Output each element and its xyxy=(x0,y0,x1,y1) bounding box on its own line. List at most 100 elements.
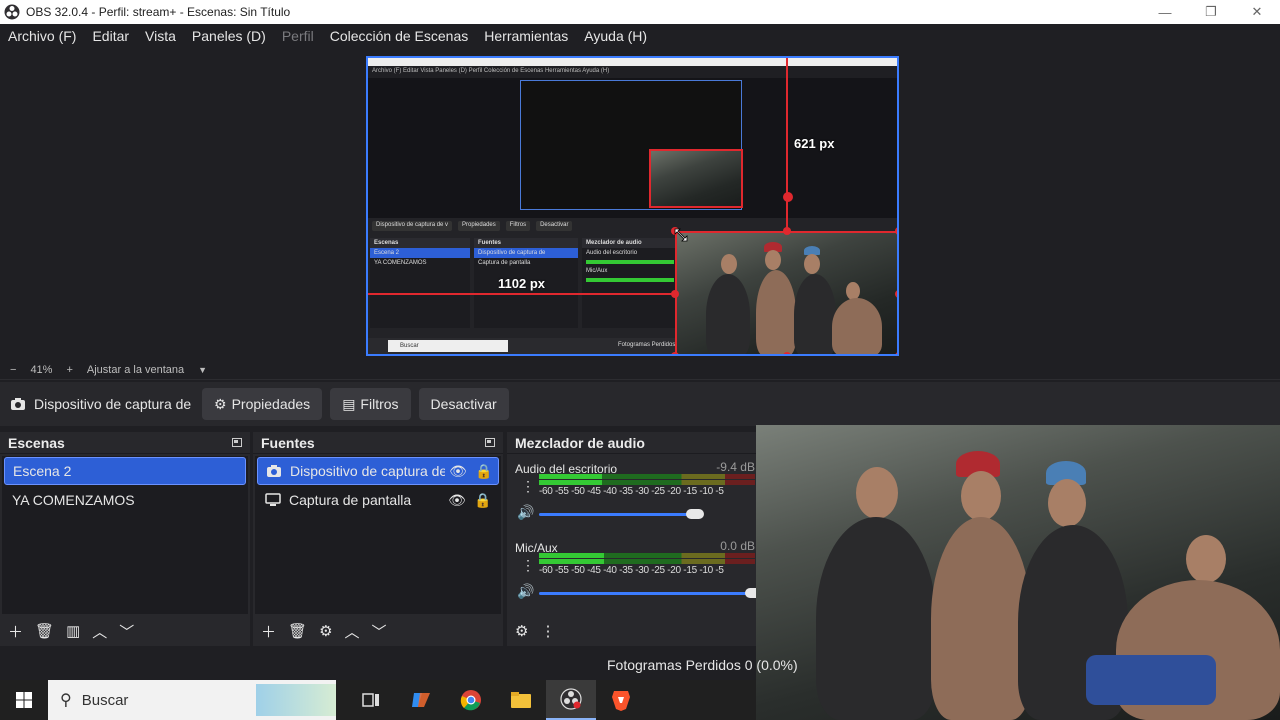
nested-source-name: Dispositivo de captura de v xyxy=(372,221,453,231)
meter-ticks: -60 -55 -50 -45 -40 -35 -30 -25 -20 -15 … xyxy=(539,486,724,497)
scene-item[interactable]: Escena 2 xyxy=(4,457,246,485)
lock-icon[interactable]: 🔒 xyxy=(470,492,496,509)
volume-slider[interactable] xyxy=(539,592,755,595)
move-down-icon[interactable]: ﹀ xyxy=(119,621,134,642)
volume-slider[interactable] xyxy=(539,513,695,516)
source-item[interactable]: Dispositivo de captura de v 👁 🔒 xyxy=(257,457,499,485)
resize-handle[interactable] xyxy=(783,352,791,354)
monitor-icon xyxy=(265,493,281,506)
menu-tools[interactable]: Herramientas xyxy=(484,28,568,44)
distance-guide-vertical xyxy=(786,58,788,231)
properties-label: Propiedades xyxy=(231,396,311,412)
scene-item[interactable]: YA COMENZAMOS xyxy=(4,486,246,514)
window-title: OBS 32.0.4 - Perfil: stream+ - Escenas: … xyxy=(26,5,291,19)
nested-deactivate-button: Desactivar xyxy=(536,221,573,231)
person-head xyxy=(1186,535,1226,583)
resize-handle[interactable] xyxy=(895,227,897,235)
start-button[interactable] xyxy=(0,680,48,720)
task-view-icon[interactable] xyxy=(346,680,396,720)
speaker-icon[interactable]: 🔊 xyxy=(517,504,534,521)
channel-menu-icon[interactable]: ⋮ xyxy=(521,557,535,574)
minimize-button[interactable]: — xyxy=(1142,0,1188,24)
undock-icon[interactable] xyxy=(232,438,242,447)
resize-handle[interactable] xyxy=(671,352,679,354)
source-toolbar: Dispositivo de captura de v ⚙ Propiedade… xyxy=(0,382,1280,426)
nested-meter xyxy=(586,260,674,264)
scene-filters-icon[interactable]: ▥ xyxy=(66,622,80,640)
volume-row: 🔊 xyxy=(515,504,755,522)
menu-docks[interactable]: Paneles (D) xyxy=(192,28,266,44)
file-explorer-icon[interactable] xyxy=(496,680,546,720)
zoom-out-button[interactable]: − xyxy=(10,364,16,376)
mixer-dock: Mezclador de audio Audio del escritorio … xyxy=(507,432,763,646)
fit-to-window-label[interactable]: Ajustar a la ventana xyxy=(87,364,184,376)
sources-title: Fuentes xyxy=(261,434,315,451)
gear-icon[interactable]: ⚙ xyxy=(319,622,332,640)
volume-row: 🔊 xyxy=(515,583,763,601)
menu-scene-collection[interactable]: Colección de Escenas xyxy=(330,28,469,44)
trash-icon[interactable]: 🗑 xyxy=(288,622,307,640)
zoom-dropdown-caret-icon[interactable]: ▼ xyxy=(198,365,207,375)
mixer-title: Mezclador de audio xyxy=(515,434,645,451)
close-button[interactable]: ✕ xyxy=(1234,0,1280,24)
volume-slider-knob[interactable] xyxy=(686,509,704,519)
move-up-icon[interactable]: ︿ xyxy=(345,621,360,642)
copilot-icon[interactable] xyxy=(396,680,446,720)
brave-icon[interactable] xyxy=(596,680,646,720)
properties-button[interactable]: ⚙ Propiedades xyxy=(202,388,323,420)
menu-profile[interactable]: Perfil xyxy=(282,28,314,44)
gear-icon: ⚙ xyxy=(214,395,227,412)
deactivate-button[interactable]: Desactivar xyxy=(418,388,509,420)
restore-button[interactable]: ❐ xyxy=(1188,0,1234,24)
nested-scene-item: Escena 2 xyxy=(370,248,470,258)
trash-icon[interactable]: 🗑 xyxy=(35,622,54,640)
speaker-icon[interactable]: 🔊 xyxy=(517,583,534,600)
menu-view[interactable]: Vista xyxy=(145,28,176,44)
windows-logo-icon xyxy=(16,692,32,708)
nested-mixer-panel: Mezclador de audio Audio del escritorio … xyxy=(582,238,678,328)
person-head xyxy=(1048,479,1086,527)
selection-box[interactable] xyxy=(675,231,897,354)
nested-source-item: Dispositivo de captura de xyxy=(474,248,578,258)
scenes-dock: Escenas Escena 2 YA COMENZAMOS ＋ 🗑 ▥ ︿ ﹀ xyxy=(0,432,250,646)
add-icon[interactable]: ＋ xyxy=(8,621,23,642)
lock-icon[interactable]: 🔒 xyxy=(471,463,497,480)
channel-menu-icon[interactable]: ⋮ xyxy=(521,478,535,495)
mixer-menu-icon[interactable]: ⋮ xyxy=(540,622,555,640)
source-item[interactable]: Captura de pantalla 👁 🔒 xyxy=(257,486,499,514)
menu-edit[interactable]: Editar xyxy=(92,28,129,44)
resize-handle[interactable] xyxy=(895,290,897,298)
eye-icon[interactable]: 👁 xyxy=(445,463,471,480)
selected-source-name: Dispositivo de captura de v xyxy=(34,396,194,412)
taskbar: ⚲ Buscar xyxy=(0,680,756,720)
person-body xyxy=(816,517,936,720)
advanced-audio-icon[interactable]: ⚙ xyxy=(515,622,528,640)
nested-selection-box xyxy=(649,149,743,208)
mixer-channel: Mic/Aux 0.0 dB ⋮ -60 -55 -50 -45 -40 -35… xyxy=(515,539,763,599)
nested-mixer-head: Mezclador de audio xyxy=(582,238,678,248)
volume-meter: -60 -55 -50 -45 -40 -35 -30 -25 -20 -15 … xyxy=(539,474,755,497)
move-down-icon[interactable]: ﹀ xyxy=(372,621,387,642)
preview-area[interactable]: Archivo (F) Editar Vista Paneles (D) Per… xyxy=(0,48,1280,360)
menu-help[interactable]: Ayuda (H) xyxy=(584,28,647,44)
width-distance-label: 1102 px xyxy=(498,276,545,291)
nested-preview xyxy=(520,80,743,210)
zoom-in-button[interactable]: + xyxy=(66,364,72,376)
filters-button[interactable]: ▤ Filtros xyxy=(330,388,411,420)
move-up-icon[interactable]: ︿ xyxy=(92,621,107,642)
taskbar-search[interactable]: ⚲ Buscar xyxy=(48,680,336,720)
resize-handle[interactable] xyxy=(895,352,897,354)
eye-icon[interactable]: 👁 xyxy=(444,492,470,509)
mixer-footer: ⚙ ⋮ xyxy=(507,616,756,646)
volume-meter: -60 -55 -50 -45 -40 -35 -30 -25 -20 -15 … xyxy=(539,553,755,576)
sources-list: Dispositivo de captura de v 👁 🔒 Captura … xyxy=(255,456,501,614)
obs-taskbar-icon[interactable] xyxy=(546,680,596,720)
menu-file[interactable]: Archivo (F) xyxy=(8,28,76,44)
chrome-icon[interactable] xyxy=(446,680,496,720)
nested-title-bar xyxy=(368,58,897,66)
mixer-header: Mezclador de audio xyxy=(507,432,756,454)
add-icon[interactable]: ＋ xyxy=(261,621,276,642)
undock-icon[interactable] xyxy=(485,438,495,447)
title-bar: OBS 32.0.4 - Perfil: stream+ - Escenas: … xyxy=(0,0,1280,24)
preview-canvas[interactable]: Archivo (F) Editar Vista Paneles (D) Per… xyxy=(366,56,899,356)
